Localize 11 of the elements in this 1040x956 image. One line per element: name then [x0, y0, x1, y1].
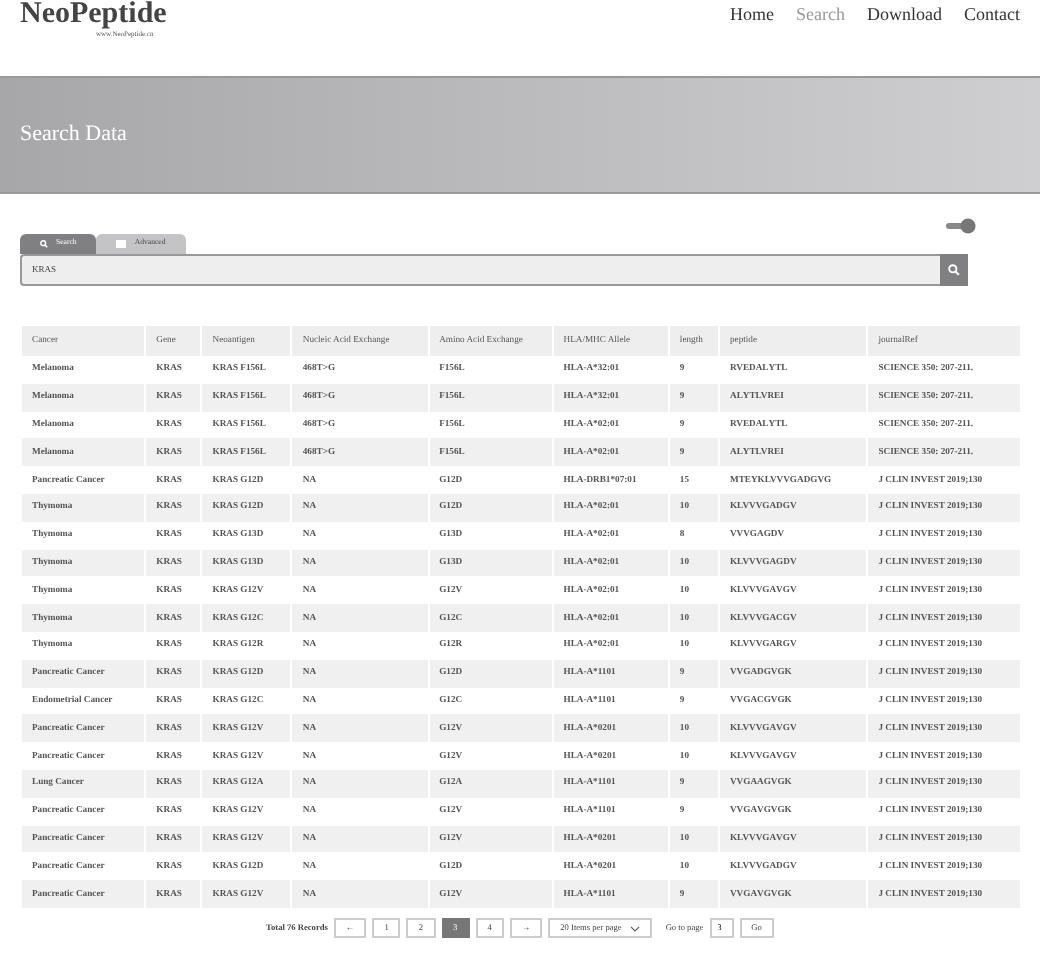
nav-link[interactable]: Home	[708, 2, 774, 76]
site-logo[interactable]: NeoPeptide	[20, 0, 167, 30]
search-icon	[948, 264, 960, 276]
search-button[interactable]	[940, 254, 968, 286]
toggle-switch[interactable]	[946, 218, 976, 234]
caret-icon	[629, 925, 640, 932]
nav-link[interactable]: Contact	[942, 2, 1020, 76]
list-icon	[116, 240, 127, 248]
nav-link[interactable]: Download	[845, 2, 942, 76]
banner-title: Search Data	[20, 120, 127, 151]
search-icon	[40, 240, 48, 248]
